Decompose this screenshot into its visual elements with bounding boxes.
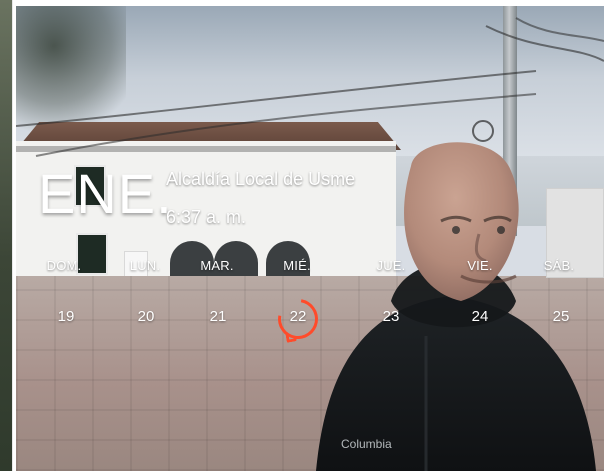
building-window	[74, 165, 106, 207]
building-window	[76, 233, 108, 275]
screen-frame: Columbia ENE. Alcaldía Local de Usme 6:3…	[0, 0, 604, 471]
left-edge-background	[0, 0, 13, 471]
person-portrait: Columbia	[316, 142, 596, 471]
jacket-logo: Columbia	[341, 437, 392, 451]
background-photo: Columbia	[16, 6, 604, 471]
